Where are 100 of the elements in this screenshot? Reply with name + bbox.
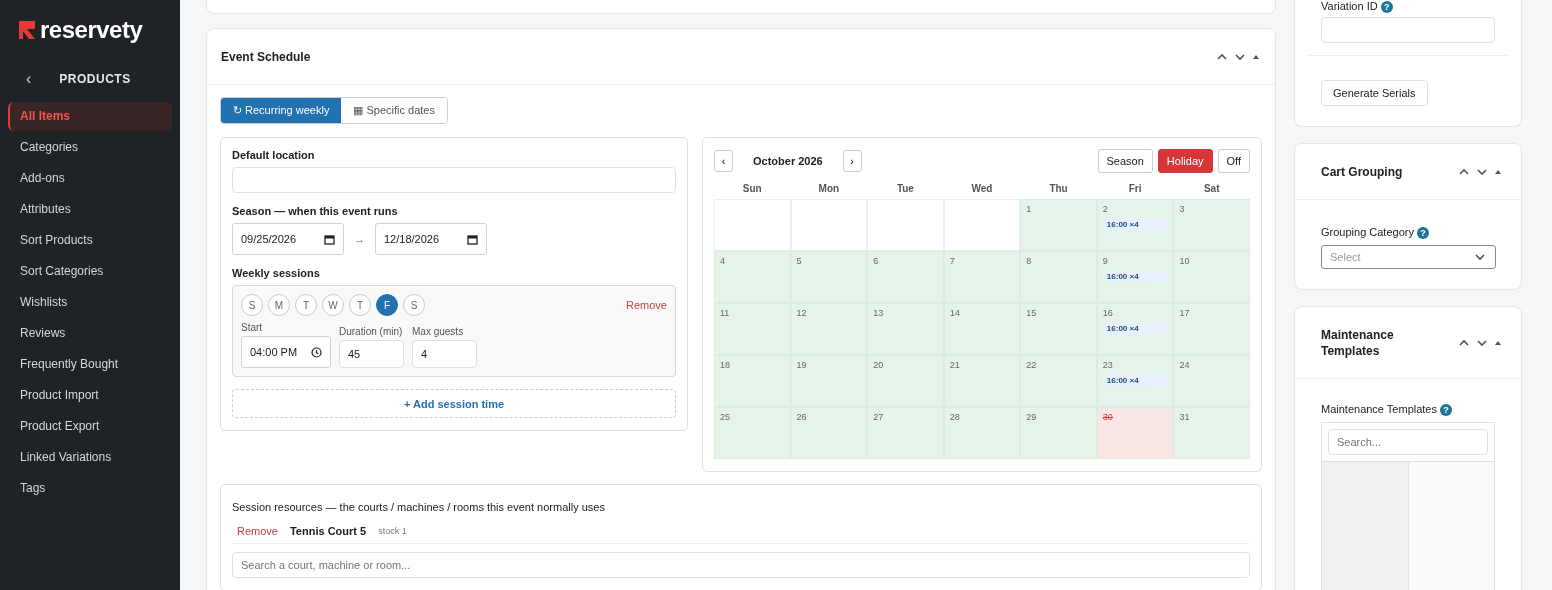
calendar-day-cell[interactable]: 31 [1173, 407, 1250, 459]
calendar-icon [467, 233, 478, 245]
calendar-day-cell[interactable]: 29 [1020, 407, 1097, 459]
weekday-header: Wed [970, 182, 994, 196]
grouping-category-select[interactable]: Select [1321, 245, 1496, 270]
sidebar-item[interactable]: Wishlists [8, 288, 172, 317]
calendar-day-cell[interactable]: 30 [1096, 407, 1174, 459]
calendar-day-cell[interactable] [790, 199, 868, 251]
calendar-day-cell[interactable]: 27 [867, 407, 944, 459]
calendar-day-cell[interactable] [943, 199, 1021, 251]
weekday-toggle[interactable]: S [403, 294, 425, 316]
end-date-field[interactable]: 12/18/2026 [375, 223, 487, 255]
help-icon[interactable]: ? [1416, 227, 1429, 240]
calendar-day-cell[interactable]: 4 [714, 251, 791, 303]
calendar-day-cell[interactable]: 8 [1020, 251, 1097, 303]
day-number: 20 [873, 360, 885, 370]
session-chip: 16:00 ×4 [1102, 270, 1168, 283]
start-time-field[interactable]: 04:00 PM [241, 336, 331, 368]
resource-search-input[interactable]: Search a court, machine or room... [232, 552, 1250, 578]
field-label: Max guests [412, 326, 465, 337]
weekday-header: Fri [1127, 182, 1143, 196]
help-icon[interactable]: ? [1440, 404, 1452, 417]
add-session-button[interactable]: + Add session time [232, 389, 676, 418]
sidebar-item[interactable]: Categories [8, 133, 172, 162]
calendar-day-cell[interactable]: 2 16:00 ×4 [1096, 199, 1174, 251]
calendar-day-cell[interactable]: 28 [943, 407, 1021, 459]
calendar-day-cell[interactable]: 11 [714, 303, 791, 355]
day-number: 22 [1026, 360, 1038, 370]
calendar-day-cell[interactable]: 15 [1020, 303, 1097, 355]
card-title: Maintenance Templates [1321, 326, 1395, 359]
calendar-day-cell[interactable]: 9 16:00 ×4 [1096, 251, 1174, 303]
back-button[interactable]: ‹ [26, 70, 32, 88]
sidebar-item[interactable]: Add-ons [8, 164, 172, 193]
weekday-toggle[interactable]: W [322, 294, 344, 316]
calendar-day-cell[interactable]: 12 [790, 303, 868, 355]
calendar-day-cell[interactable]: 17 [1173, 303, 1250, 355]
range-arrow: → [354, 233, 365, 245]
calendar-day-cell[interactable]: 7 [943, 251, 1021, 303]
sidebar-item[interactable]: Attributes [8, 195, 172, 224]
day-mode-button[interactable]: Season [1097, 149, 1153, 173]
sidebar-item[interactable]: All Items [8, 102, 172, 131]
calendar-day-cell[interactable]: 5 [790, 251, 868, 303]
sidebar-item[interactable]: Product Export [8, 412, 172, 441]
weekday-toggle[interactable]: M [268, 294, 290, 316]
template-search-input[interactable]: Search... [1328, 429, 1488, 456]
duration-input[interactable]: 45 [339, 340, 404, 368]
weekday-header: Tue [895, 182, 915, 196]
calendar-day-cell[interactable]: 23 16:00 ×4 [1096, 355, 1174, 407]
day-number: 8 [1026, 256, 1033, 266]
sidebar-item[interactable]: Tags [8, 474, 172, 503]
generate-serials-button[interactable]: Generate Serials [1321, 80, 1428, 107]
calendar-day-cell[interactable]: 21 [943, 355, 1021, 407]
help-icon[interactable]: ? [1380, 1, 1393, 14]
calendar-day-cell[interactable]: 13 [867, 303, 944, 355]
remove-link[interactable]: Remove [237, 525, 278, 537]
sidebar-item[interactable]: Reviews [8, 319, 172, 348]
calendar-day-cell[interactable]: 26 [790, 407, 868, 459]
day-number: 13 [873, 308, 885, 318]
calendar-day-cell[interactable]: 25 [714, 407, 791, 459]
calendar-day-cell[interactable] [867, 199, 944, 251]
calendar-day-cell[interactable]: 10 [1173, 251, 1250, 303]
weekday-header: Mon [817, 182, 841, 196]
weekday-toggle[interactable]: F [376, 294, 398, 316]
remove-link[interactable]: Remove [626, 299, 667, 311]
month-title: October 2026 [753, 155, 823, 167]
weekday-toggle[interactable]: S [241, 294, 263, 316]
variation-id-input[interactable] [1321, 17, 1495, 44]
day-number: 11 [720, 308, 731, 318]
max-guests-input[interactable]: 4 [412, 340, 477, 368]
day-number: 14 [949, 308, 961, 318]
calendar-day-cell[interactable]: 14 [943, 303, 1021, 355]
start-date-field[interactable]: 09/25/2026 [232, 223, 344, 255]
sidebar-item[interactable]: Sort Categories [8, 257, 172, 286]
day-mode-button[interactable]: Holiday [1157, 149, 1213, 173]
previous-month-button[interactable]: ‹ [714, 150, 733, 172]
calendar-day-cell[interactable]: 3 [1173, 199, 1250, 251]
calendar-day-cell[interactable]: 19 [790, 355, 868, 407]
calendar-day-cell[interactable]: 16 16:00 ×4 [1096, 303, 1174, 355]
next-month-button[interactable]: › [842, 150, 862, 172]
field-label: Variation ID ? [1321, 0, 1495, 14]
calendar-day-cell[interactable]: 24 [1173, 355, 1250, 407]
weekday-toggle[interactable]: T [349, 294, 371, 316]
mode-tab[interactable]: ↻ Recurring weekly [221, 98, 342, 123]
sidebar-item[interactable]: Linked Variations [8, 443, 172, 472]
sidebar-item[interactable]: Sort Products [8, 226, 172, 255]
day-mode-button[interactable]: Off [1217, 149, 1250, 173]
calendar-day-cell[interactable]: 22 [1020, 355, 1097, 407]
session-chip: 16:00 ×4 [1102, 322, 1168, 335]
sidebar-item[interactable]: Frequently Bought [8, 350, 172, 379]
location-input[interactable] [232, 167, 676, 193]
calendar-day-cell[interactable]: 18 [714, 355, 791, 407]
calendar-day-cell[interactable]: 6 [867, 251, 944, 303]
calendar-day-cell[interactable]: 1 [1020, 199, 1097, 251]
day-number: 9 [1102, 256, 1109, 266]
sidebar-item[interactable]: Product Import [8, 381, 172, 410]
day-number: 19 [796, 360, 808, 370]
weekday-toggle[interactable]: T [295, 294, 317, 316]
calendar-day-cell[interactable] [714, 199, 791, 251]
calendar-day-cell[interactable]: 20 [867, 355, 944, 407]
day-number: 21 [949, 360, 961, 370]
